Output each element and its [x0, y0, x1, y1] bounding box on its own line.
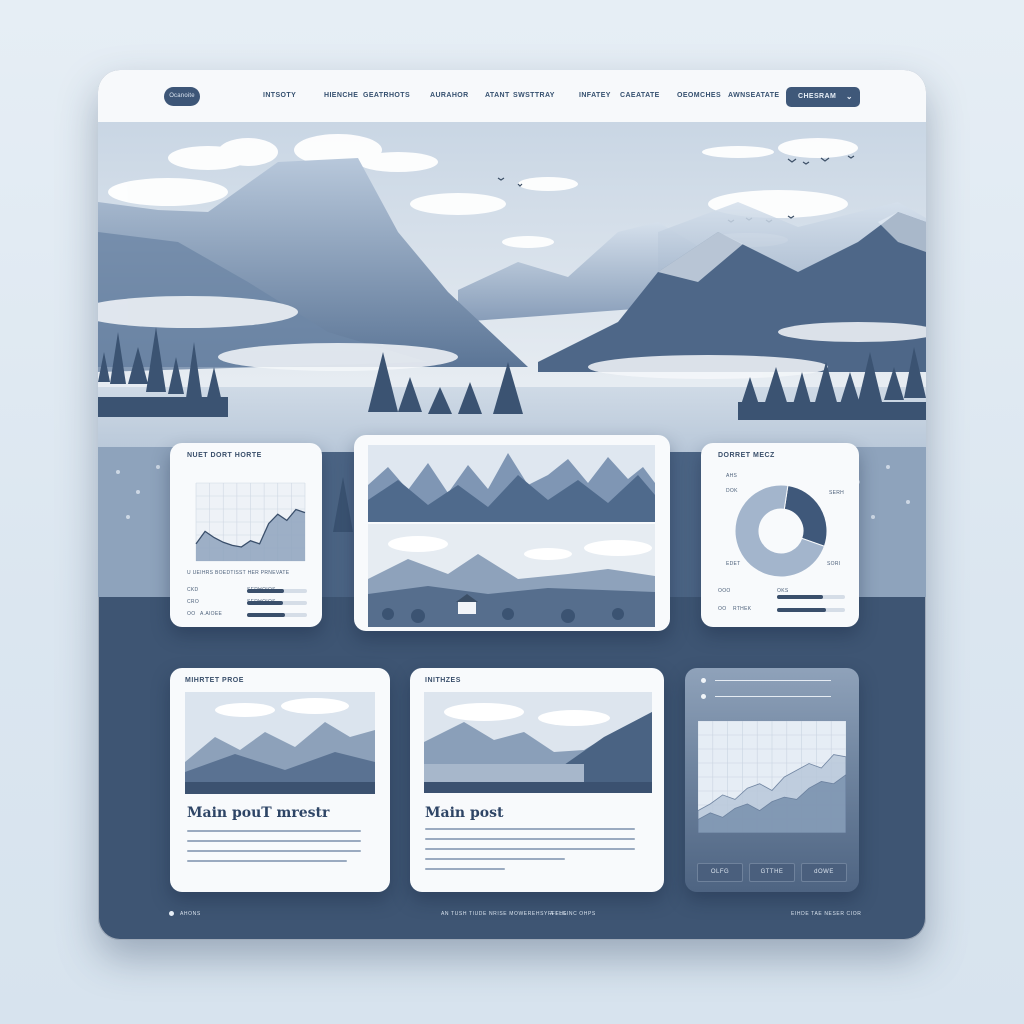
progress-bar — [777, 608, 845, 612]
donut-label: EDET — [726, 561, 741, 567]
mountain-thumbnail-top[interactable] — [368, 445, 655, 522]
app-frame: Ocanoite INTSOTY HIENCHE GEATRHOTS AURAH… — [98, 70, 926, 940]
nav-item-7[interactable]: INFATEY — [579, 92, 611, 99]
chevron-down-icon: ⌄ — [845, 92, 853, 101]
text-line — [187, 840, 361, 842]
stats-button[interactable]: dOWE — [801, 863, 847, 882]
nav-item-2[interactable]: HIENCHE — [324, 92, 358, 99]
progress-fill — [777, 608, 826, 612]
row-code: OO — [718, 606, 727, 612]
progress-bar — [247, 613, 307, 617]
row-code: OOO — [718, 588, 731, 594]
progress-fill — [247, 613, 286, 617]
donut-chart — [734, 484, 828, 578]
post-kicker: INITHZES — [425, 677, 461, 684]
slider-track[interactable] — [715, 696, 831, 697]
progress-bar — [247, 601, 307, 605]
nav-item-9[interactable]: OEOMCHES — [677, 92, 721, 99]
logo[interactable]: Ocanoite — [164, 87, 200, 106]
footer-dot — [169, 911, 174, 916]
post-card[interactable]: INITHZES Main post — [410, 668, 664, 892]
text-line — [187, 850, 361, 852]
progress-fill — [247, 589, 285, 593]
footer-center-text-2[interactable]: A FHLINC OHPS — [550, 911, 596, 917]
post-title[interactable]: Main post — [425, 805, 503, 821]
widget-donut-chart[interactable]: DORRET MECZ AHS DOK SERH EDET SORI OOO O… — [701, 443, 859, 627]
progress-fill — [247, 601, 283, 605]
nav-item-3[interactable]: GEATRHOTS — [363, 92, 410, 99]
text-line — [425, 868, 505, 870]
donut-label: SERH — [829, 490, 845, 496]
cta-label: CHESRAM — [798, 93, 837, 100]
text-line — [425, 858, 565, 860]
row-label: OKS — [777, 588, 789, 594]
progress-bar — [247, 589, 307, 593]
row-code: CRO — [187, 599, 200, 605]
widget-title: NUET DORT HORTE — [187, 452, 262, 459]
text-line — [425, 848, 635, 850]
widget-line-chart[interactable]: NUET DORT HORTE U UEIHRS BOEDTISST HER P… — [170, 443, 322, 627]
text-line — [187, 860, 347, 862]
post-card[interactable]: MIHRTET PROE Main pouT mrestr — [170, 668, 390, 892]
nav-item-1[interactable]: INTSOTY — [263, 92, 296, 99]
nav-item-8[interactable]: CAEATATE — [620, 92, 660, 99]
radio-dot[interactable] — [701, 694, 706, 699]
stats-button[interactable]: OLFG — [697, 863, 743, 882]
footer-right-text[interactable]: EIHDE TAE NESER CIOR — [791, 911, 861, 917]
progress-fill — [777, 595, 824, 599]
widget-title: DORRET MECZ — [718, 452, 775, 459]
row-label: RTHEK — [733, 606, 752, 612]
post-image[interactable] — [185, 692, 375, 794]
nav-item-6[interactable]: SWSTTRAY — [513, 92, 555, 99]
landscape-thumbnail[interactable] — [368, 524, 655, 627]
progress-bar — [777, 595, 845, 599]
chart-caption: U UEIHRS BOEDTISST HER PRNEVATE — [187, 570, 290, 576]
post-title[interactable]: Main pouT mrestr — [187, 805, 329, 821]
top-navbar: Ocanoite INTSOTY HIENCHE GEATRHOTS AURAH… — [98, 70, 926, 123]
donut-slice — [783, 484, 828, 547]
widget-stats-panel[interactable]: OLFG GTTHE dOWE — [685, 668, 859, 892]
donut-label: AHS — [726, 473, 738, 479]
nav-item-4[interactable]: AURAHOR — [430, 92, 469, 99]
radio-dot[interactable] — [701, 678, 706, 683]
row-code: OO — [187, 611, 196, 617]
text-line — [187, 830, 361, 832]
row-code: CKD — [187, 587, 199, 593]
text-line — [425, 828, 635, 830]
stats-button[interactable]: GTTHE — [749, 863, 795, 882]
slider-track[interactable] — [715, 680, 831, 681]
footer-center-text[interactable]: AN TUSH TIUDE NRISE MOWEREHSYFFELG — [441, 911, 567, 917]
donut-label: SORI — [827, 561, 841, 567]
nav-item-5[interactable]: ATANT — [485, 92, 510, 99]
post-image[interactable] — [424, 692, 652, 793]
nav-item-10[interactable]: AWNSEATATE — [728, 92, 779, 99]
widget-image-gallery[interactable] — [354, 435, 670, 631]
post-kicker: MIHRTET PROE — [185, 677, 244, 684]
area-chart — [195, 482, 306, 562]
text-line — [425, 838, 635, 840]
search-dropdown-button[interactable]: CHESRAM ⌄ — [786, 87, 860, 107]
footer-left-text[interactable]: AHONS — [180, 911, 201, 917]
area-chart — [698, 721, 846, 833]
row-label: A.AIOEE — [200, 611, 223, 617]
